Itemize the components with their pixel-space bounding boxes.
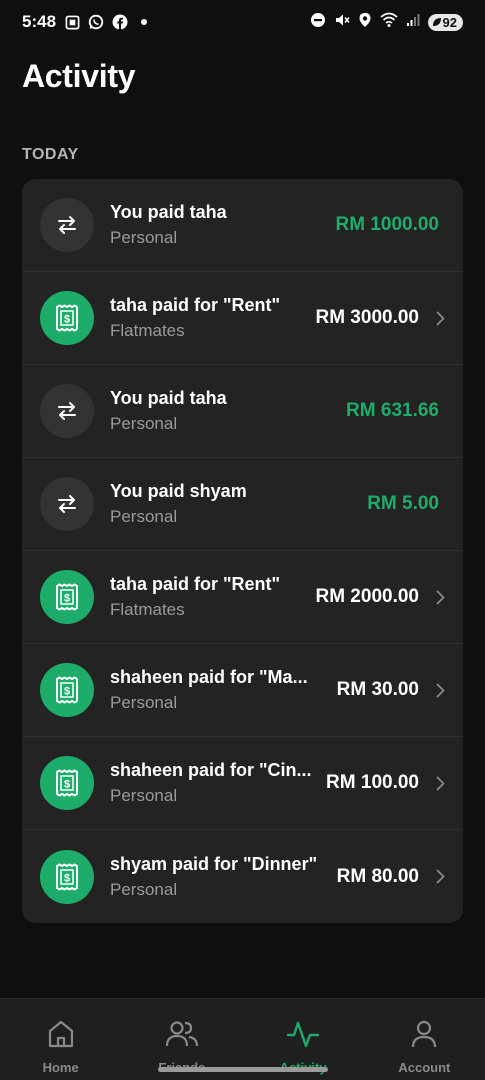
transfer-icon — [40, 477, 94, 531]
receipt-icon: $ — [40, 291, 94, 345]
battery-level: 92 — [442, 14, 457, 30]
activity-amount: RM 631.66 — [346, 400, 439, 421]
nav-label: Account — [398, 1060, 451, 1075]
chevron-right-icon — [427, 869, 445, 884]
activity-row[interactable]: $ taha paid for "Rent" Flatmates RM 3000.00 — [22, 272, 463, 365]
nav-tab-home[interactable]: Home — [0, 999, 121, 1080]
section-label-today: TODAY — [22, 146, 79, 163]
activity-group: Personal — [110, 228, 178, 247]
activity-title: shaheen paid for "Ma... — [110, 667, 308, 687]
home-indicator[interactable] — [158, 1067, 328, 1072]
activity-title: taha paid for "Rent" — [110, 574, 281, 594]
activity-row[interactable]: $ taha paid for "Rent" Flatmates RM 2000.00 — [22, 551, 463, 644]
activity-amount: RM 30.00 — [336, 679, 419, 700]
chevron-right-icon — [427, 776, 445, 791]
svg-text:$: $ — [64, 686, 70, 698]
activity-row[interactable]: You paid taha Personal RM 631.66 — [22, 365, 463, 458]
status-time: 5:48 — [22, 12, 57, 31]
svg-text:$: $ — [64, 779, 70, 791]
friends-icon — [165, 1019, 199, 1054]
receipt-icon: $ — [40, 849, 94, 904]
activity-text: You paid taha Personal — [110, 202, 329, 248]
nav-label: Home — [42, 1060, 79, 1075]
chevron-right-icon — [427, 590, 445, 605]
activity-amount: RM 5.00 — [367, 493, 439, 514]
activity-text: taha paid for "Rent" Flatmates — [110, 295, 309, 341]
activity-row[interactable]: You paid shyam Personal RM 5.00 — [22, 458, 463, 551]
activity-title: taha paid for "Rent" — [110, 295, 281, 315]
facebook-icon — [112, 14, 128, 30]
activity-amount: RM 1000.00 — [335, 214, 439, 235]
activity-row[interactable]: $ shyam paid for "Dinner" Personal RM 80.00 — [22, 830, 463, 923]
account-icon — [410, 1019, 438, 1054]
notification-dot-icon — [136, 14, 152, 30]
signal-icon — [406, 13, 420, 32]
chevron-right-icon — [427, 683, 445, 698]
activity-title: You paid taha — [110, 388, 227, 408]
status-bar: 5:48 92 — [0, 0, 485, 44]
receipt-icon: $ — [40, 756, 94, 810]
activity-text: shyam paid for "Dinner" Personal — [110, 854, 331, 900]
receipt-icon: $ — [40, 663, 94, 717]
screenshot-icon — [64, 14, 80, 30]
activity-text: shaheen paid for "Cin... Personal — [110, 760, 320, 806]
svg-text:$: $ — [64, 314, 70, 326]
activity-amount: RM 100.00 — [326, 772, 419, 793]
battery-indicator: 92 — [427, 13, 463, 31]
activity-group: Personal — [110, 879, 178, 899]
activity-text: taha paid for "Rent" Flatmates — [110, 574, 309, 620]
activity-group: Flatmates — [110, 600, 185, 619]
battery-saver-icon — [432, 18, 441, 26]
activity-row[interactable]: $ shaheen paid for "Cin... Personal RM 100.… — [22, 737, 463, 830]
receipt-icon: $ — [40, 570, 94, 624]
location-icon — [358, 12, 372, 33]
chevron-right-icon — [427, 311, 445, 326]
activity-row[interactable]: $ shaheen paid for "Ma... Personal RM 30.00 — [22, 644, 463, 737]
activity-row[interactable]: You paid taha Personal RM 1000.00 — [22, 179, 463, 272]
activity-amount: RM 2000.00 — [315, 586, 419, 607]
activity-title: shyam paid for "Dinner" — [110, 853, 318, 874]
activity-text: You paid shyam Personal — [110, 481, 361, 527]
activity-title: shaheen paid for "Cin... — [110, 760, 312, 780]
activity-group: Flatmates — [110, 321, 185, 340]
activity-group: Personal — [110, 507, 178, 526]
home-icon — [47, 1019, 75, 1054]
activity-icon — [286, 1019, 320, 1054]
svg-text:$: $ — [64, 872, 70, 884]
dnd-icon — [310, 12, 326, 33]
svg-text:$: $ — [64, 593, 70, 605]
activity-list: You paid taha Personal RM 1000.00 $ taha pai… — [22, 179, 463, 923]
activity-amount: RM 3000.00 — [315, 307, 419, 328]
nav-tab-account[interactable]: Account — [364, 999, 485, 1080]
transfer-icon — [40, 384, 94, 438]
mute-icon — [334, 12, 350, 33]
activity-group: Personal — [110, 786, 178, 805]
activity-group: Personal — [110, 414, 178, 433]
whatsapp-icon — [88, 14, 104, 30]
activity-title: You paid taha — [110, 202, 227, 222]
activity-text: You paid taha Personal — [110, 388, 340, 434]
activity-amount: RM 80.00 — [336, 865, 419, 887]
activity-group: Personal — [110, 693, 178, 712]
wifi-icon — [380, 12, 398, 33]
activity-text: shaheen paid for "Ma... Personal — [110, 667, 331, 713]
transfer-icon — [40, 198, 94, 252]
activity-title: You paid shyam — [110, 481, 247, 501]
page-title: Activity — [22, 58, 136, 94]
